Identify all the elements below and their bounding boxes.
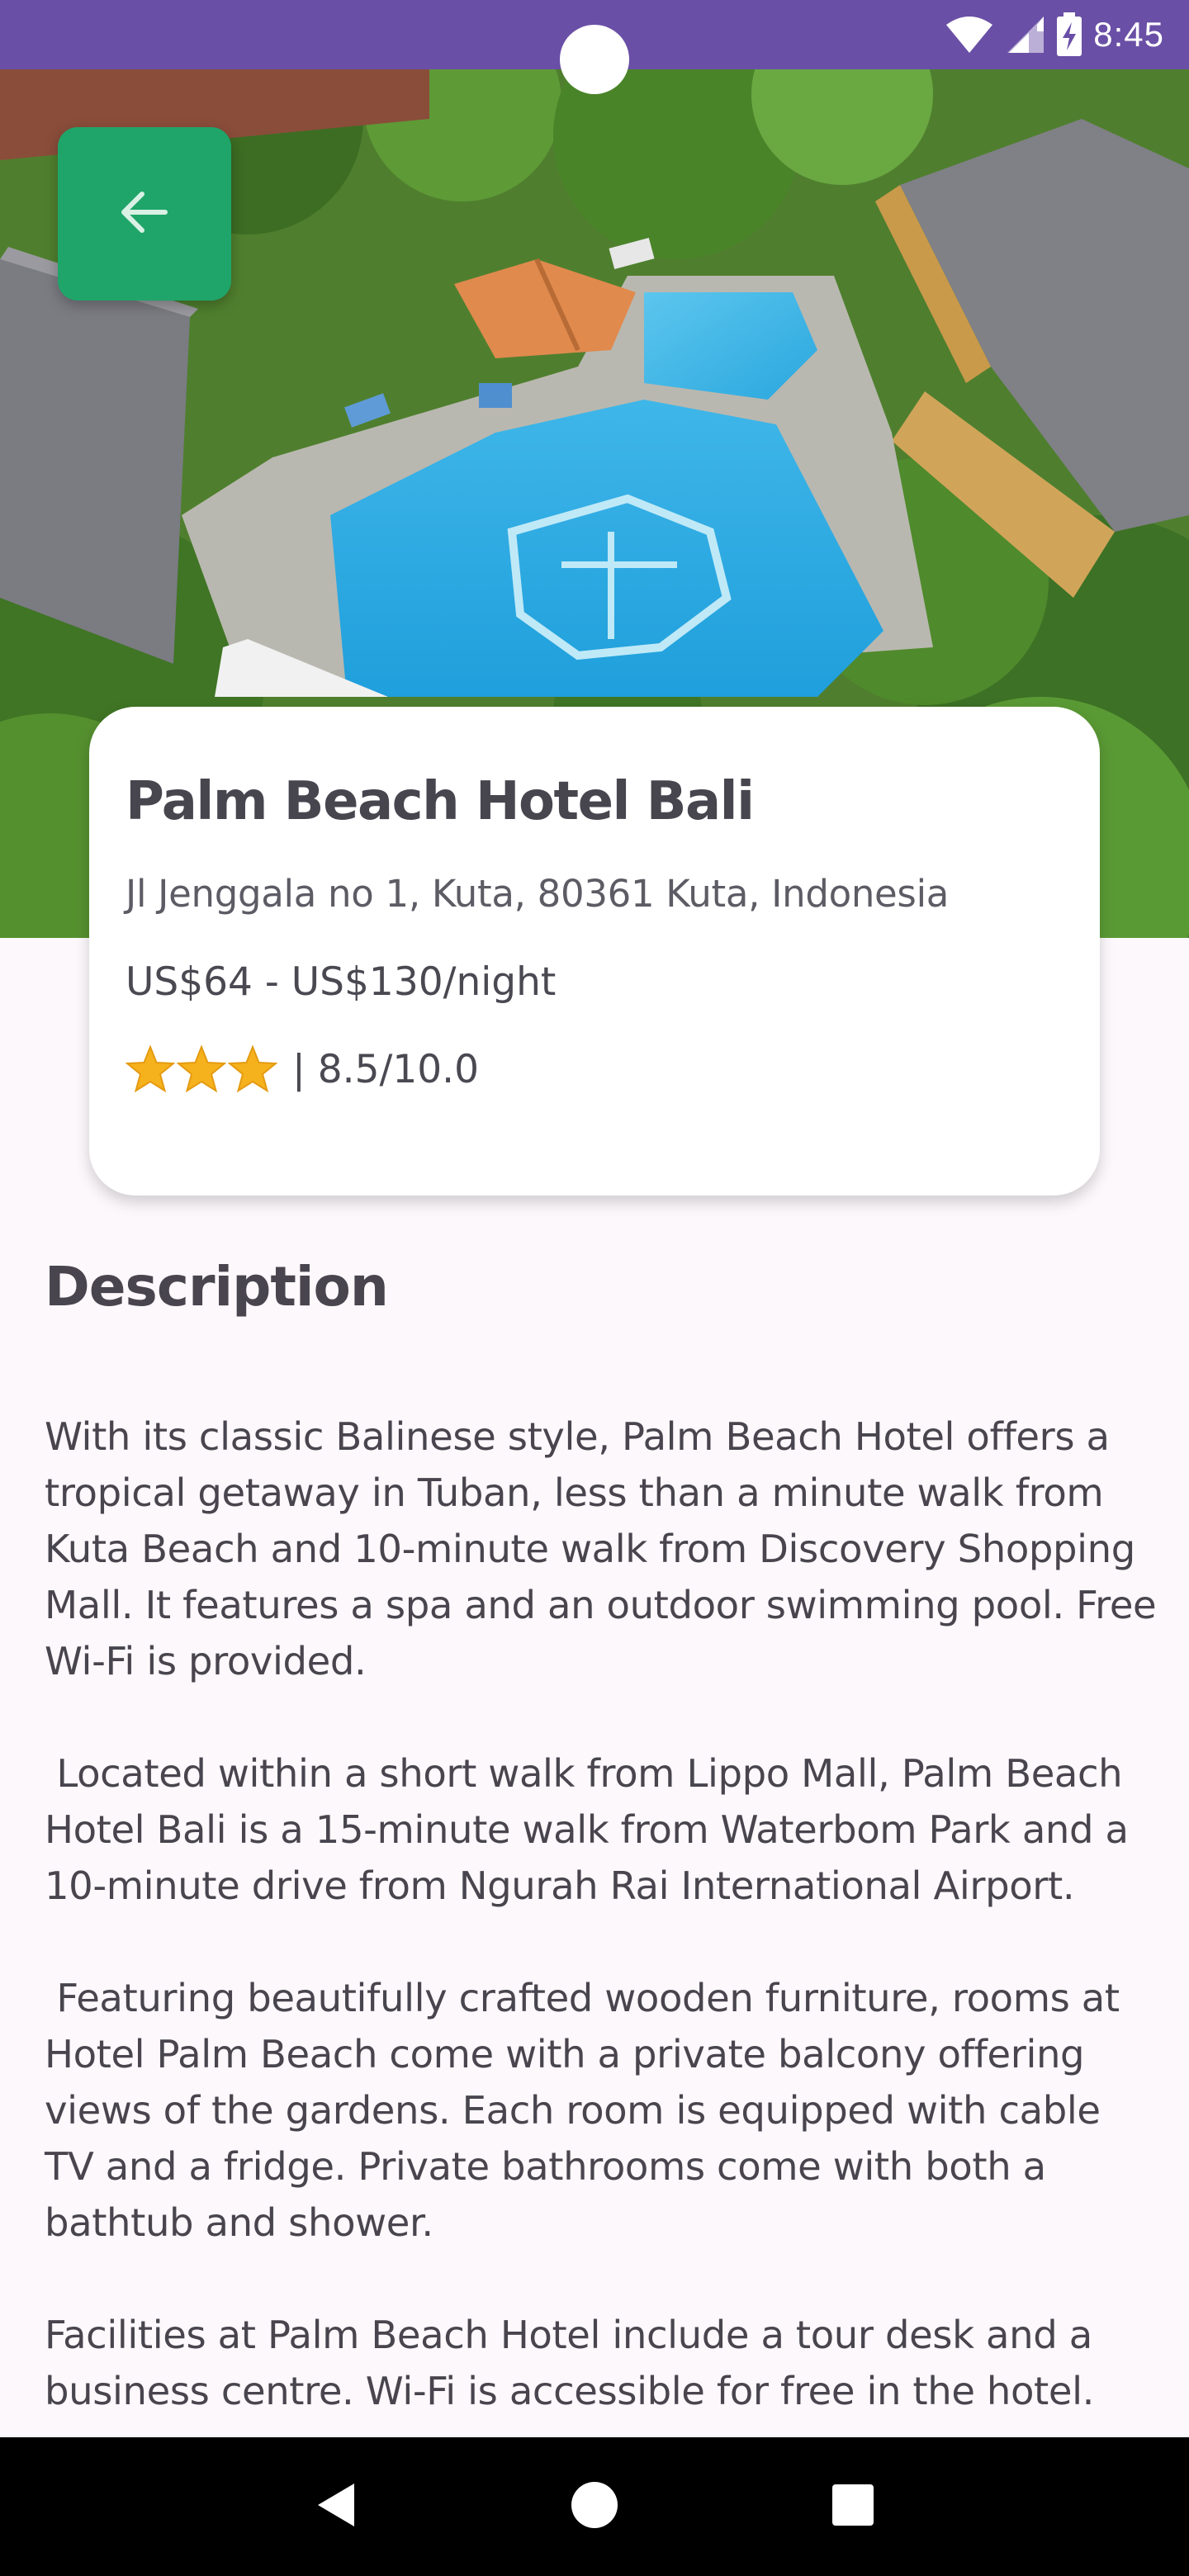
hotel-name: Palm Beach Hotel Bali <box>126 771 755 832</box>
description-body: With its classic Balinese style, Palm Be… <box>45 1414 1157 2413</box>
star-icon <box>177 1045 226 1093</box>
home-circle-icon <box>570 2480 619 2534</box>
nav-home-button[interactable] <box>545 2457 644 2556</box>
nav-recents-button[interactable] <box>803 2457 902 2556</box>
hotel-address: Jl Jenggala no 1, Kuta, 80361 Kuta, Indo… <box>126 872 950 916</box>
rating-score: | 8.5/10.0 <box>292 1046 480 1092</box>
star-rating <box>126 1045 277 1093</box>
system-nav-bar <box>0 2437 1189 2576</box>
status-icons: 8:45 <box>945 8 1164 61</box>
wifi-icon <box>945 15 994 54</box>
cellular-signal-icon <box>1004 15 1045 54</box>
description-title: Description <box>45 1255 389 1319</box>
camera-cutout <box>560 25 629 94</box>
rating-row: | 8.5/10.0 <box>126 1045 479 1093</box>
hotel-price: US$64 - US$130/night <box>126 959 557 1005</box>
star-icon <box>228 1045 277 1093</box>
star-icon <box>126 1045 175 1093</box>
hotel-info-card: Palm Beach Hotel Bali Jl Jenggala no 1, … <box>89 707 1100 1196</box>
recents-square-icon <box>831 2483 875 2531</box>
status-time: 8:45 <box>1093 15 1164 54</box>
battery-charging-icon <box>1055 12 1083 57</box>
arrow-left-icon <box>116 183 173 245</box>
back-triangle-icon <box>313 2480 359 2534</box>
back-button[interactable] <box>58 127 231 301</box>
nav-back-button[interactable] <box>287 2457 386 2556</box>
